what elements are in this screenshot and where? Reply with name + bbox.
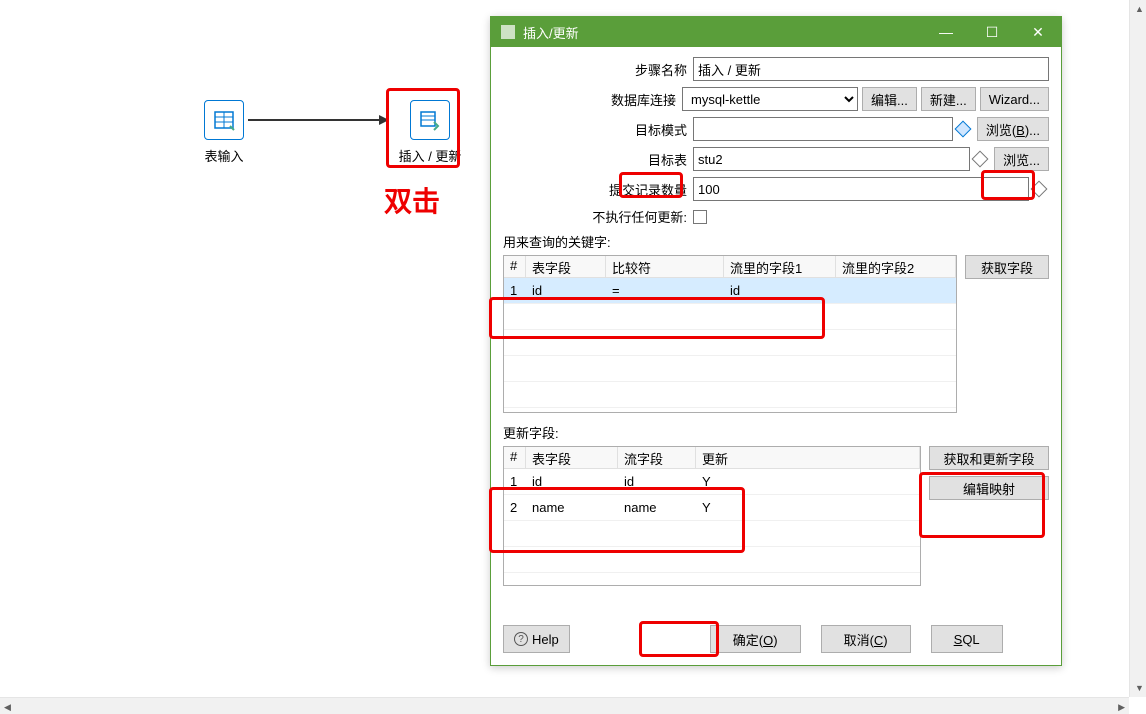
- horizontal-scrollbar[interactable]: ◀ ▶: [0, 697, 1129, 714]
- col-num: #: [504, 256, 526, 277]
- minimize-button[interactable]: —: [923, 17, 969, 47]
- maximize-button[interactable]: ☐: [969, 17, 1015, 47]
- target-schema-label: 目标模式: [503, 120, 693, 139]
- get-fields-button[interactable]: 获取字段: [965, 255, 1049, 279]
- update-table[interactable]: # 表字段 流字段 更新 1 id id Y 2: [503, 446, 921, 586]
- node-label: 表输入: [200, 146, 248, 165]
- wizard-button[interactable]: Wizard...: [980, 87, 1049, 111]
- commit-size-label: 提交记录数量: [503, 180, 693, 199]
- lookup-section-label: 用来查询的关键字:: [503, 232, 1049, 251]
- no-update-label: 不执行任何更新:: [503, 207, 693, 226]
- get-update-fields-button[interactable]: 获取和更新字段: [929, 446, 1049, 470]
- table-row[interactable]: 1 id id Y: [504, 469, 920, 495]
- col-comparator: 比较符: [606, 256, 724, 277]
- browse-table-button[interactable]: 浏览...: [994, 147, 1049, 171]
- help-icon: ?: [514, 632, 528, 646]
- commit-size-input[interactable]: [693, 177, 1029, 201]
- lookup-table[interactable]: # 表字段 比较符 流里的字段1 流里的字段2 1 id = id: [503, 255, 957, 413]
- insert-update-dialog: 插入/更新 — ☐ ✕ 步骤名称 数据库连接 mysql-kettle 编辑..…: [490, 16, 1062, 666]
- db-connection-select[interactable]: mysql-kettle: [682, 87, 858, 111]
- col-stream-field: 流字段: [618, 447, 696, 468]
- col-stream2: 流里的字段2: [836, 256, 956, 277]
- browse-schema-button[interactable]: 浏览(B)...: [977, 117, 1049, 141]
- sql-button[interactable]: SQL: [931, 625, 1003, 653]
- titlebar[interactable]: 插入/更新 — ☐ ✕: [491, 17, 1061, 47]
- canvas: 表输入 插入 / 更新 双击 插入/更新 — ☐ ✕ 步骤名称: [0, 0, 1146, 714]
- double-click-annotation: 双击: [384, 180, 440, 220]
- scroll-down-icon: ▼: [1135, 683, 1144, 693]
- scroll-left-icon: ◀: [4, 702, 11, 713]
- scroll-right-icon: ▶: [1118, 702, 1125, 713]
- edit-mapping-button[interactable]: 编辑映射: [929, 476, 1049, 500]
- new-connection-button[interactable]: 新建...: [921, 87, 976, 111]
- col-table-field: 表字段: [526, 447, 618, 468]
- dialog-icon: [501, 25, 515, 39]
- db-connection-label: 数据库连接: [503, 90, 682, 109]
- no-update-checkbox[interactable]: [693, 210, 707, 224]
- scroll-up-icon: ▲: [1135, 4, 1144, 14]
- hop-arrow[interactable]: [248, 119, 388, 121]
- table-input-icon: [204, 100, 244, 140]
- edit-connection-button[interactable]: 编辑...: [862, 87, 917, 111]
- close-button[interactable]: ✕: [1015, 17, 1061, 47]
- ok-button[interactable]: 确定(O): [710, 625, 801, 653]
- vertical-scrollbar[interactable]: ▲ ▼: [1129, 0, 1146, 697]
- table-row[interactable]: 1 id = id: [504, 278, 956, 304]
- table-row[interactable]: 2 name name Y: [504, 495, 920, 521]
- cancel-button[interactable]: 取消(C): [821, 625, 911, 653]
- target-schema-input[interactable]: [693, 117, 953, 141]
- col-table-field: 表字段: [526, 256, 606, 277]
- col-update: 更新: [696, 447, 920, 468]
- col-num: #: [504, 447, 526, 468]
- col-stream1: 流里的字段1: [724, 256, 836, 277]
- update-section-label: 更新字段:: [503, 423, 1049, 442]
- dialog-title: 插入/更新: [523, 23, 923, 42]
- variable-icon[interactable]: [972, 151, 989, 168]
- step-name-input[interactable]: [693, 57, 1049, 81]
- node-label: 插入 / 更新: [395, 146, 465, 165]
- variable-icon[interactable]: [954, 121, 971, 138]
- target-table-label: 目标表: [503, 150, 693, 169]
- node-table-input[interactable]: 表输入: [200, 100, 248, 165]
- help-button[interactable]: ? Help: [503, 625, 570, 653]
- target-table-input[interactable]: [693, 147, 970, 171]
- variable-icon[interactable]: [1031, 181, 1048, 198]
- insert-update-icon: [410, 100, 450, 140]
- node-insert-update[interactable]: 插入 / 更新: [395, 100, 465, 165]
- step-name-label: 步骤名称: [503, 60, 693, 79]
